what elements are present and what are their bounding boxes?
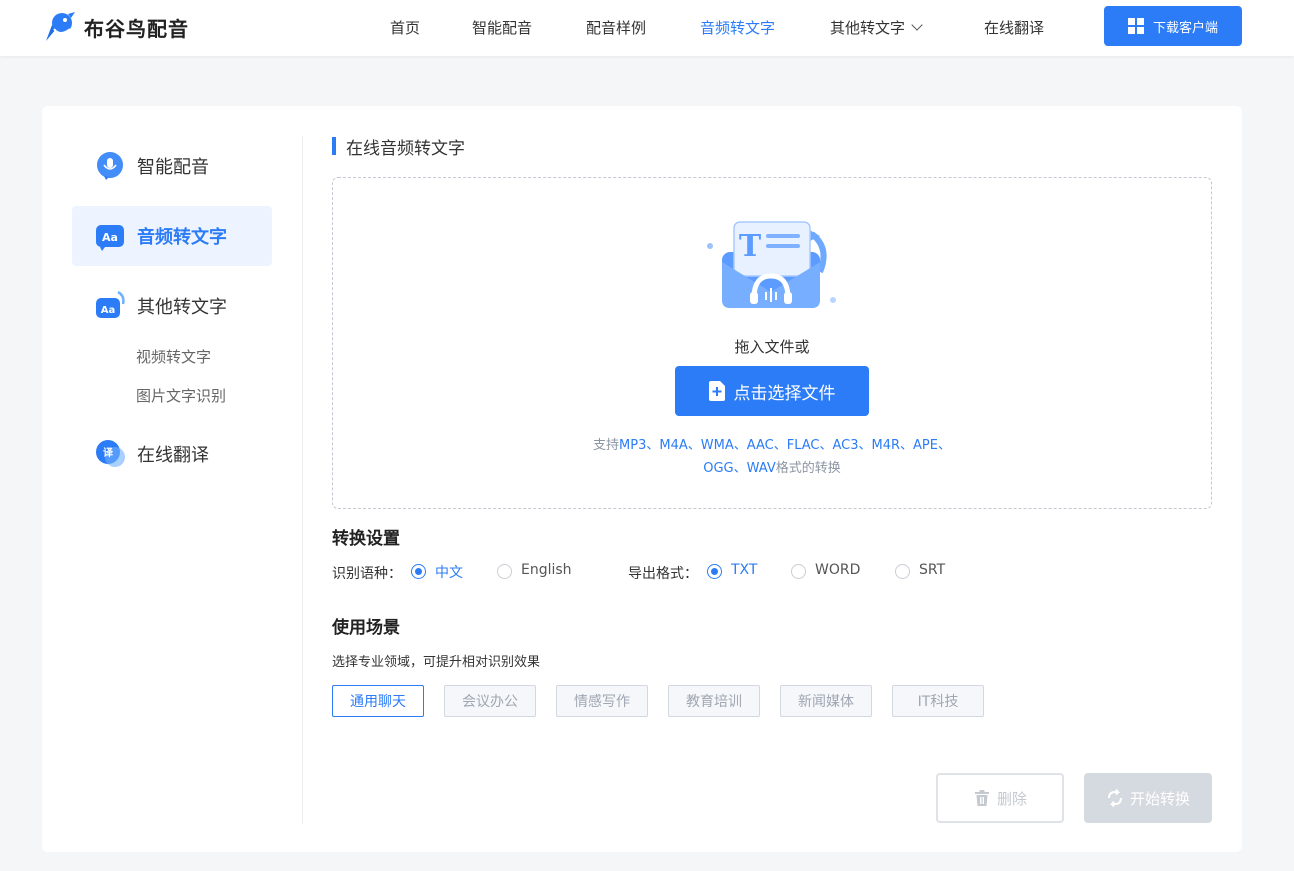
supported-formats-line2: OGG、WAV格式的转换 xyxy=(332,457,1212,476)
sidebar-item-label: 在线翻译 xyxy=(137,445,209,466)
svg-text:T: T xyxy=(739,229,762,264)
download-client-label: 下载客户端 xyxy=(1152,20,1218,36)
choose-file-label: 点击选择文件 xyxy=(733,383,836,404)
scene-tag[interactable]: 通用聊天 xyxy=(332,685,424,717)
sidebar-sub-image-ocr[interactable]: 图片文字识别 xyxy=(136,385,226,406)
sidebar-item-other-to-text[interactable]: Aa 其他转文字 xyxy=(72,276,272,336)
support-prefix: 支持 xyxy=(593,438,620,453)
scene-tag[interactable]: 新闻媒体 xyxy=(780,685,872,717)
sidebar-sub-video-to-text[interactable]: 视频转文字 xyxy=(136,346,211,367)
radio-lang-chinese[interactable] xyxy=(411,564,426,579)
drop-hint: 拖入文件或 xyxy=(734,338,810,356)
aa-other-icon: Aa xyxy=(96,290,125,318)
windows-icon xyxy=(1127,18,1144,34)
page-title: 在线音频转文字 xyxy=(332,136,465,159)
brand-logo[interactable]: 布谷鸟配音 xyxy=(42,11,189,43)
top-header: 布谷鸟配音 首页 智能配音 配音样例 音频转文字 其他转文字 在线翻译 下载客户… xyxy=(0,0,1294,56)
support-formats-2: OGG、WAV xyxy=(703,461,776,476)
svg-text:Aa: Aa xyxy=(102,231,118,244)
delete-button[interactable]: 删除 xyxy=(936,773,1064,823)
title-accent-bar xyxy=(332,137,336,155)
sidebar-divider xyxy=(302,136,303,824)
svg-text:译: 译 xyxy=(103,446,114,459)
start-convert-button[interactable]: 开始转换 xyxy=(1084,773,1212,823)
sidebar-item-online-translate[interactable]: 译 在线翻译 xyxy=(72,424,272,484)
scene-tag[interactable]: 情感写作 xyxy=(556,685,648,717)
cuckoo-bird-logo-icon xyxy=(46,12,75,41)
nav-home[interactable]: 首页 xyxy=(390,17,420,38)
page-title-text: 在线音频转文字 xyxy=(346,138,465,159)
aa-audio-icon: Aa xyxy=(96,225,124,251)
sidebar-item-smart-dubbing[interactable]: 智能配音 xyxy=(72,136,272,196)
trash-icon xyxy=(974,790,989,806)
choose-file-button[interactable]: 点击选择文件 xyxy=(675,366,869,416)
nav-online-translate[interactable]: 在线翻译 xyxy=(984,17,1044,38)
scenes-tip: 选择专业领域，可提升相对识别效果 xyxy=(332,655,541,670)
radio-format-txt[interactable] xyxy=(707,564,722,579)
start-convert-label: 开始转换 xyxy=(1129,789,1190,808)
convert-arrows-icon xyxy=(1107,789,1122,807)
delete-label: 删除 xyxy=(996,789,1027,808)
radio-format-word-label[interactable]: WORD xyxy=(815,562,860,578)
sidebar-item-label: 智能配音 xyxy=(137,157,209,178)
scene-tag[interactable]: IT科技 xyxy=(892,685,984,717)
svg-text:Aa: Aa xyxy=(101,305,116,316)
radio-lang-english-label[interactable]: English xyxy=(521,562,572,578)
nav-dubbing-samples[interactable]: 配音样例 xyxy=(586,17,646,38)
scene-tag[interactable]: 教育培训 xyxy=(668,685,760,717)
sidebar-item-label: 其他转文字 xyxy=(137,297,227,318)
download-client-button[interactable]: 下载客户端 xyxy=(1104,6,1242,46)
radio-format-txt-label[interactable]: TXT xyxy=(731,562,757,578)
chevron-down-icon xyxy=(911,19,923,31)
settings-title: 转换设置 xyxy=(332,529,400,549)
radio-format-srt[interactable] xyxy=(895,564,910,579)
nav-other-to-text[interactable]: 其他转文字 xyxy=(830,17,923,38)
mic-bubble-icon xyxy=(97,152,123,180)
radio-format-srt-label[interactable]: SRT xyxy=(919,562,945,578)
nav-audio-to-text[interactable]: 音频转文字 xyxy=(700,17,775,38)
nav-other-to-text-label: 其他转文字 xyxy=(830,19,906,37)
scenes-title: 使用场景 xyxy=(332,618,400,638)
scene-tag[interactable]: 会议办公 xyxy=(444,685,536,717)
support-formats-1: MP3、M4A、WMA、AAC、FLAC、AC3、M4R、APE、 xyxy=(619,438,951,453)
radio-lang-chinese-label[interactable]: 中文 xyxy=(435,562,463,582)
audio-envelope-illustration-icon: T xyxy=(707,221,836,308)
radio-lang-english[interactable] xyxy=(497,564,512,579)
radio-format-word[interactable] xyxy=(791,564,806,579)
brand-name: 布谷鸟配音 xyxy=(84,16,189,41)
support-suffix: 格式的转换 xyxy=(775,461,841,476)
sidebar-item-label: 音频转文字 xyxy=(137,227,227,248)
export-format-label: 导出格式： xyxy=(628,566,698,582)
nav-smart-dubbing[interactable]: 智能配音 xyxy=(472,17,532,38)
translate-bubble-icon: 译 xyxy=(96,440,125,467)
supported-formats-line1: 支持MP3、M4A、WMA、AAC、FLAC、AC3、M4R、APE、 xyxy=(332,434,1212,453)
sidebar-item-audio-to-text[interactable]: Aa 音频转文字 xyxy=(72,206,272,266)
language-label: 识别语种： xyxy=(332,566,402,582)
file-plus-icon xyxy=(708,381,725,401)
